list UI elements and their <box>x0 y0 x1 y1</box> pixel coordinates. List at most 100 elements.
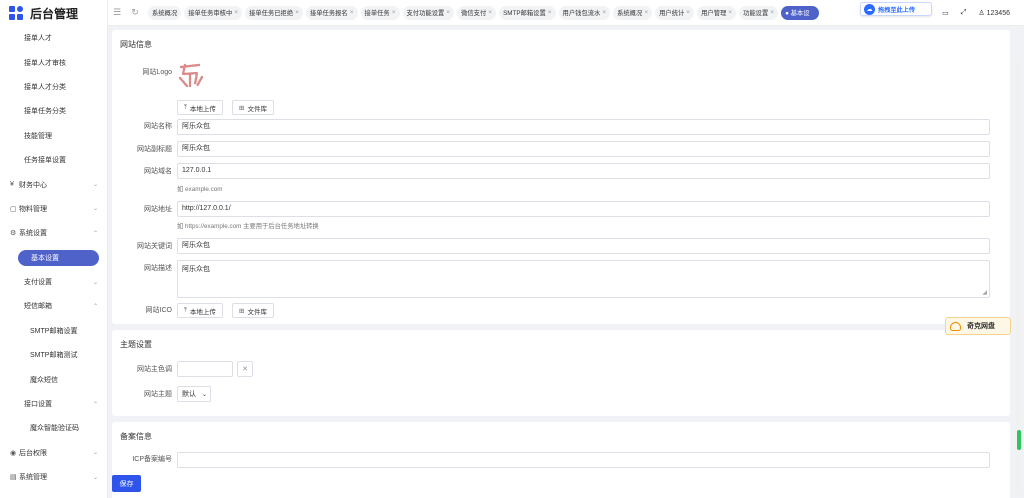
tab-close-icon[interactable]: × <box>295 9 299 16</box>
sidebar-item[interactable]: 接单人才审核 <box>0 50 107 74</box>
drag-upload-label: 拖拽至此上传 <box>878 6 916 14</box>
tab[interactable]: 接单任务 × <box>360 5 400 20</box>
sidebar-item-label: 接单人才 <box>24 35 52 43</box>
tab-close-icon[interactable]: × <box>602 9 606 16</box>
site-subtitle-input[interactable]: 阿乐众包 <box>177 141 990 157</box>
sidebar-item[interactable]: 短信邮箱 ⌃ <box>0 294 107 318</box>
sidebar-item[interactable]: 魔众短信 <box>0 367 107 391</box>
theme-select[interactable]: 默认 ⌄ <box>177 386 211 402</box>
sidebar-item[interactable]: 支付设置 ⌄ <box>0 270 107 294</box>
site-desc-label: 网站描述 <box>144 265 172 272</box>
sidebar: 后台管理 接单人才接单人才审核 接单人才分类 接单任务分类 技能管理 任务接单设置 ¥ 财务… <box>0 0 108 498</box>
chevron-icon: ⌄ <box>92 450 98 457</box>
menu-toggle-icon[interactable]: ☰ <box>108 7 126 18</box>
sidebar-item[interactable]: 接口设置 ⌃ <box>0 392 107 416</box>
sidebar-item-label: 魔众智能验证码 <box>30 425 79 433</box>
tab[interactable]: SMTP邮箱设置 × <box>499 5 556 20</box>
main-scrollbar[interactable] <box>1016 56 1022 496</box>
refresh-icon[interactable]: ↻ <box>126 7 144 18</box>
tab-close-icon[interactable]: × <box>548 9 552 16</box>
tab-label: 功能设置 <box>743 10 769 17</box>
resize-grip-icon[interactable]: ◢ <box>982 289 987 296</box>
chevron-icon: ⌃ <box>92 401 98 408</box>
icp-input[interactable] <box>177 452 990 468</box>
tab-close-icon[interactable]: × <box>234 9 238 16</box>
site-keywords-input[interactable]: 阿乐众包 <box>177 238 990 254</box>
chevron-icon: ⌄ <box>92 474 98 481</box>
tab-label: 用户管理 <box>701 10 727 17</box>
logo-local-upload-button[interactable]: ⤒ 本地上传 <box>177 100 223 115</box>
tab[interactable]: 系统概况 <box>148 5 182 20</box>
tab[interactable]: ● 基本设 <box>781 5 819 20</box>
chevron-icon: ⌄ <box>92 206 98 213</box>
tab[interactable]: 用户统计 × <box>655 5 695 20</box>
fullscreen-icon[interactable]: ⤢ <box>961 9 967 17</box>
sidebar-item[interactable]: ▤ 系统管理 ⌄ <box>0 465 107 489</box>
tab[interactable]: 微信支付 × <box>457 5 497 20</box>
logo-library-button[interactable]: ⊞ 文件库 <box>232 100 274 115</box>
tab-label: 接单任务审核中 <box>188 10 233 17</box>
tab[interactable]: 接单任务审核中 × <box>184 5 243 20</box>
ico-local-upload-button[interactable]: ⤒ 本地上传 <box>177 303 223 318</box>
chevron-icon: ⌄ <box>92 182 98 189</box>
sidebar-item-label: 后台权限 <box>19 449 47 457</box>
grid-icon: ⊞ <box>239 307 245 315</box>
grid-icon: ⊞ <box>239 104 245 112</box>
tab-label: 系统概况 <box>152 10 178 17</box>
site-address-label: 网站地址 <box>144 206 172 213</box>
sidebar-item[interactable]: ⚙ 系统设置 ⌃ <box>0 221 107 245</box>
sidebar-item[interactable]: 任务接单设置 <box>0 148 107 172</box>
beian-title: 备案信息 <box>120 432 152 441</box>
site-address-hint: 如 https://example.com 主要用于后台任务地址转换 <box>177 223 319 230</box>
sidebar-item-label: 接口设置 <box>24 401 52 409</box>
user-menu[interactable]: ♙ 123456 <box>978 9 1010 17</box>
sidebar-item[interactable]: 接单人才 <box>0 26 107 50</box>
monitor-icon[interactable]: ▭ <box>942 9 949 17</box>
sidebar-item[interactable]: ▢ 物料管理 ⌄ <box>0 197 107 221</box>
sidebar-item-label: 支付设置 <box>24 279 52 287</box>
tab-label: 接单任务已拒绝 <box>249 10 294 17</box>
tab-close-icon[interactable]: × <box>488 9 492 16</box>
site-name-input[interactable]: 阿乐众包 <box>177 119 990 135</box>
tab[interactable]: 系统概况 × <box>613 5 653 20</box>
tab-close-icon[interactable]: × <box>392 9 396 16</box>
tab[interactable]: 接单任务报名 × <box>305 5 358 20</box>
sidebar-item[interactable]: ¥ 财务中心 ⌄ <box>0 172 107 196</box>
site-info-card: 网站信息 网站Logo ⤒ 本地上传 ⊞ 文件库 网站名称 阿乐众包 网站副标题… <box>112 30 1010 324</box>
tab-close-icon[interactable]: × <box>644 9 648 16</box>
sidebar-item[interactable]: 技能管理 <box>0 124 107 148</box>
tab[interactable]: 接单任务已拒绝 × <box>245 5 303 20</box>
scroll-thumb[interactable] <box>1017 430 1021 450</box>
sidebar-item[interactable]: 魔众智能验证码 <box>0 416 107 440</box>
tab-close-icon[interactable]: × <box>446 9 450 16</box>
sidebar-item[interactable]: 接单任务分类 <box>0 99 107 123</box>
sidebar-item[interactable]: ◉ 后台权限 ⌄ <box>0 441 107 465</box>
save-button[interactable]: 保存 <box>112 475 141 492</box>
sidebar-item-label: SMTP邮箱设置 <box>30 327 78 335</box>
ico-library-button[interactable]: ⊞ 文件库 <box>232 303 274 318</box>
tab-close-icon[interactable]: × <box>350 9 354 16</box>
theme-color-picker[interactable] <box>177 361 233 377</box>
color-clear-icon[interactable]: ✕ <box>237 361 253 377</box>
tab[interactable]: 用户管理 × <box>697 5 737 20</box>
sidebar-item[interactable]: SMTP邮箱测试 <box>0 343 107 367</box>
menu-lead-icon: ◉ <box>10 449 17 457</box>
drag-upload-chip[interactable]: ☁ 拖拽至此上传 <box>860 2 932 16</box>
tab[interactable]: 功能设置 × <box>739 5 779 20</box>
tab[interactable]: 支付功能设置 × <box>402 5 455 20</box>
site-address-input[interactable]: http://127.0.0.1/ <box>177 201 990 217</box>
site-desc-textarea[interactable]: 阿乐众包 ◢ <box>177 260 990 298</box>
sidebar-item[interactable]: SMTP邮箱设置 <box>0 319 107 343</box>
tab-close-icon[interactable]: × <box>686 9 690 16</box>
brand[interactable]: 后台管理 <box>0 0 107 26</box>
sidebar-item[interactable]: 基本设置 <box>0 246 107 270</box>
tab[interactable]: 用户钱包流水 × <box>558 5 611 20</box>
site-domain-input[interactable]: 127.0.0.1 <box>177 163 990 179</box>
theme-color-label: 网站主色调 <box>137 366 172 373</box>
tab-close-icon[interactable]: × <box>770 9 774 16</box>
theme-card: 主题设置 网站主色调 ✕ 网站主题 默认 ⌄ <box>112 330 1010 416</box>
sidebar-item[interactable]: 接单人才分类 <box>0 75 107 99</box>
tab-close-icon[interactable]: × <box>728 9 732 16</box>
site-info-title: 网站信息 <box>120 40 152 49</box>
floating-cloud-drive[interactable]: 奇克网盘 <box>945 317 1011 335</box>
